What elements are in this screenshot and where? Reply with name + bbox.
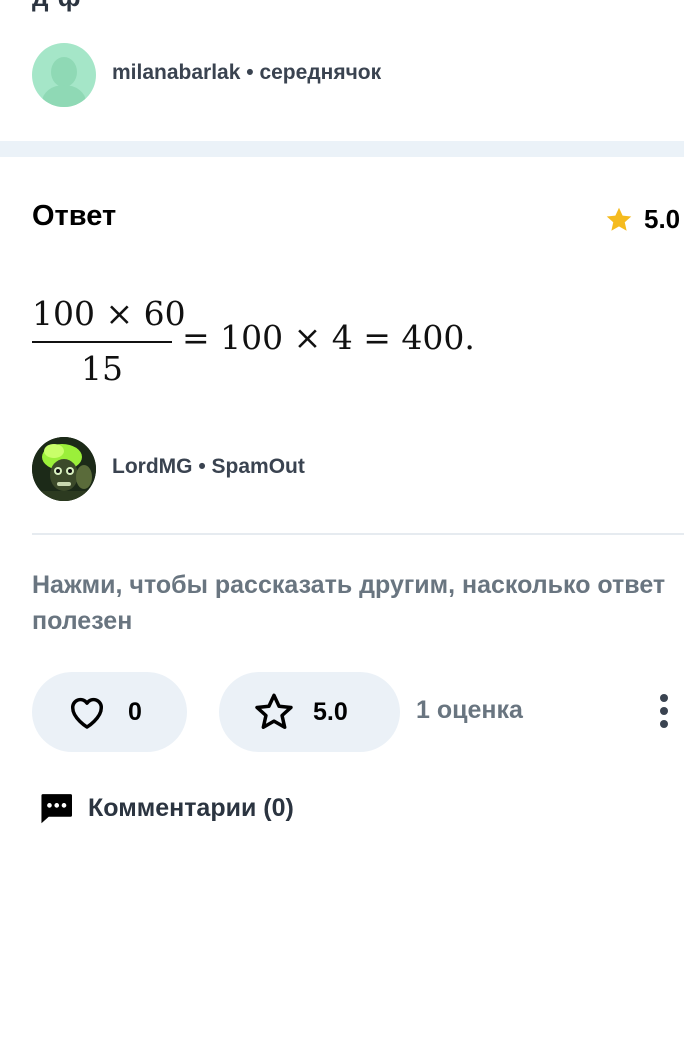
feedback-prompt: Нажми, чтобы рассказать другим, наскольк… — [32, 571, 666, 635]
comments-link[interactable]: Комментарии (0) — [38, 792, 294, 824]
answer-rating: 5.0 — [604, 204, 680, 235]
answerer-avatar[interactable] — [32, 437, 96, 501]
truncated-question-text: д ф — [32, 0, 81, 13]
fraction-denominator: 15 — [81, 349, 123, 388]
user-placeholder-icon — [51, 57, 77, 87]
asker-author-line: milanabarlak • середнячок — [112, 61, 381, 85]
rate-button[interactable]: 5.0 — [219, 672, 400, 752]
section-divider — [0, 141, 684, 157]
comments-label: Комментарии (0) — [88, 793, 294, 822]
separator: • — [198, 455, 206, 478]
like-button[interactable]: 0 — [32, 672, 187, 752]
asker-rank: середнячок — [259, 61, 382, 84]
asker-avatar[interactable] — [32, 43, 96, 107]
asker-username[interactable]: milanabarlak — [112, 61, 240, 84]
fraction: 100 × 60 15 — [32, 292, 186, 391]
formula-result: = 100 × 4 = 400. — [182, 318, 475, 357]
answerer-username[interactable]: LordMG — [112, 455, 192, 478]
divider-line — [32, 533, 684, 535]
avatar-image — [32, 437, 96, 501]
like-count: 0 — [128, 697, 142, 726]
heart-icon — [71, 697, 103, 729]
fraction-bar — [32, 341, 172, 343]
answer-rating-value: 5.0 — [644, 204, 681, 234]
more-vertical-icon[interactable] — [654, 694, 674, 730]
separator: • — [246, 61, 254, 84]
answer-heading: Ответ — [32, 200, 117, 232]
star-filled-icon — [606, 207, 632, 231]
answerer-author-line: LordMG • SpamOut — [112, 455, 305, 479]
rating-count: 1 оценка — [416, 696, 523, 724]
star-outline-icon — [255, 693, 293, 729]
fraction-numerator: 100 × 60 — [32, 294, 186, 333]
rating-value: 5.0 — [313, 697, 348, 726]
answerer-rank: SpamOut — [211, 455, 305, 478]
comment-icon — [41, 794, 72, 824]
